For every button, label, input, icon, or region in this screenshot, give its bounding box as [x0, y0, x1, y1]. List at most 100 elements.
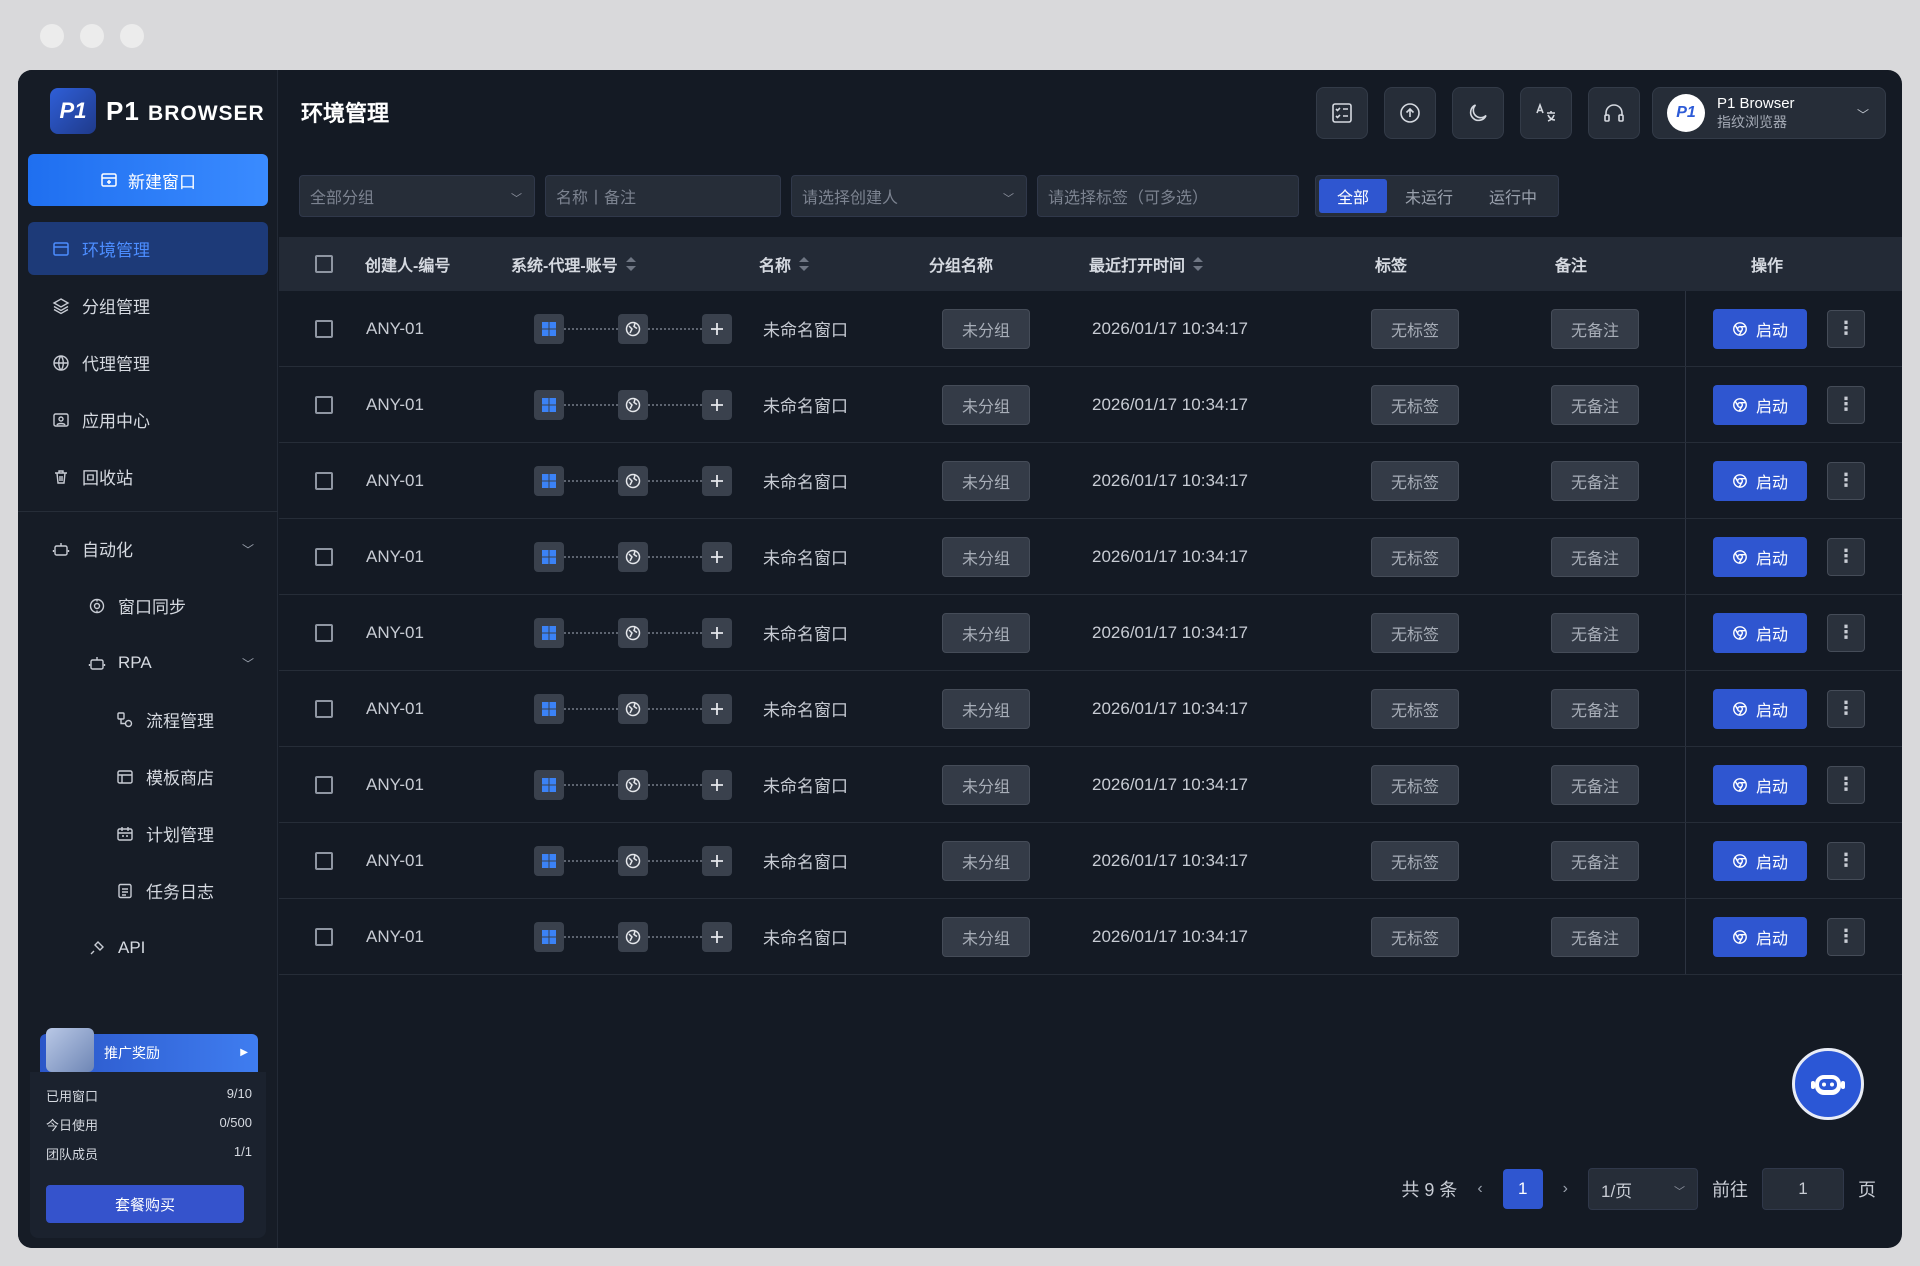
remark-badge[interactable]: 无备注: [1551, 688, 1639, 729]
start-button[interactable]: 启动: [1713, 536, 1807, 577]
header-system[interactable]: 系统-代理-账号: [511, 252, 636, 276]
tag-badge[interactable]: 无标签: [1371, 384, 1459, 425]
more-options-button[interactable]: ⋮: [1827, 309, 1865, 348]
more-options-button[interactable]: ⋮: [1827, 537, 1865, 576]
start-button[interactable]: 启动: [1713, 764, 1807, 805]
windows-os-button[interactable]: [534, 617, 564, 648]
proxy-button[interactable]: [618, 617, 648, 648]
sidebar-item-window-sync[interactable]: 窗口同步: [28, 579, 268, 632]
windows-os-button[interactable]: [534, 845, 564, 876]
add-account-button[interactable]: [702, 617, 732, 648]
row-checkbox[interactable]: [315, 471, 333, 490]
segment-running[interactable]: 运行中: [1471, 179, 1555, 213]
sidebar-item-env[interactable]: 环境管理: [28, 222, 268, 275]
add-account-button[interactable]: [702, 389, 732, 420]
tag-badge[interactable]: 无标签: [1371, 688, 1459, 729]
remark-badge[interactable]: 无备注: [1551, 916, 1639, 957]
checklist-button[interactable]: [1316, 87, 1368, 139]
windows-os-button[interactable]: [534, 313, 564, 344]
remark-badge[interactable]: 无备注: [1551, 308, 1639, 349]
tag-badge[interactable]: 无标签: [1371, 612, 1459, 653]
more-options-button[interactable]: ⋮: [1827, 917, 1865, 956]
next-page-button[interactable]: ›: [1557, 1180, 1574, 1198]
row-checkbox[interactable]: [315, 623, 333, 642]
page-size-select[interactable]: 1/页 ﹀: [1588, 1168, 1698, 1210]
creator-select[interactable]: 请选择创建人 ﹀: [791, 175, 1027, 217]
add-account-button[interactable]: [702, 465, 732, 496]
proxy-button[interactable]: [618, 693, 648, 724]
sidebar-item-tasklog[interactable]: 任务日志: [28, 864, 268, 917]
add-account-button[interactable]: [702, 313, 732, 344]
row-checkbox[interactable]: [315, 319, 333, 338]
tag-badge[interactable]: 无标签: [1371, 308, 1459, 349]
proxy-button[interactable]: [618, 845, 648, 876]
goto-page-input[interactable]: [1762, 1168, 1844, 1210]
more-options-button[interactable]: ⋮: [1827, 689, 1865, 728]
windows-os-button[interactable]: [534, 693, 564, 724]
theme-button[interactable]: [1452, 87, 1504, 139]
add-account-button[interactable]: [702, 541, 732, 572]
sidebar-item-template[interactable]: 模板商店: [28, 750, 268, 803]
sidebar-item-flow[interactable]: 流程管理: [28, 693, 268, 746]
support-button[interactable]: [1588, 87, 1640, 139]
remark-badge[interactable]: 无备注: [1551, 612, 1639, 653]
sidebar-item-plan[interactable]: 计划管理: [28, 807, 268, 860]
more-options-button[interactable]: ⋮: [1827, 613, 1865, 652]
tag-badge[interactable]: 无标签: [1371, 840, 1459, 881]
start-button[interactable]: 启动: [1713, 688, 1807, 729]
sidebar-item-proxy[interactable]: 代理管理: [28, 336, 268, 389]
windows-os-button[interactable]: [534, 465, 564, 496]
tag-badge[interactable]: 无标签: [1371, 460, 1459, 501]
more-options-button[interactable]: ⋮: [1827, 841, 1865, 880]
proxy-button[interactable]: [618, 769, 648, 800]
windows-os-button[interactable]: [534, 921, 564, 952]
tag-badge[interactable]: 无标签: [1371, 764, 1459, 805]
maximize-dot[interactable]: [120, 24, 144, 48]
proxy-button[interactable]: [618, 465, 648, 496]
proxy-button[interactable]: [618, 921, 648, 952]
remark-badge[interactable]: 无备注: [1551, 384, 1639, 425]
start-button[interactable]: 启动: [1713, 460, 1807, 501]
header-name[interactable]: 名称: [759, 252, 810, 276]
windows-os-button[interactable]: [534, 769, 564, 800]
windows-os-button[interactable]: [534, 541, 564, 572]
name-search-input[interactable]: 名称丨备注: [545, 175, 781, 217]
proxy-button[interactable]: [618, 313, 648, 344]
assistant-bot-button[interactable]: [1792, 1048, 1864, 1120]
select-all-checkbox[interactable]: [315, 255, 333, 273]
remark-badge[interactable]: 无备注: [1551, 536, 1639, 577]
prev-page-button[interactable]: ‹: [1471, 1180, 1488, 1198]
row-checkbox[interactable]: [315, 851, 333, 870]
sidebar-item-group[interactable]: 分组管理: [28, 279, 268, 332]
start-button[interactable]: 启动: [1713, 308, 1807, 349]
start-button[interactable]: 启动: [1713, 612, 1807, 653]
sidebar-item-trash[interactable]: 回收站: [28, 450, 268, 503]
segment-all[interactable]: 全部: [1319, 179, 1388, 213]
start-button[interactable]: 启动: [1713, 916, 1807, 957]
header-last-open[interactable]: 最近打开时间: [1089, 252, 1204, 276]
remark-badge[interactable]: 无备注: [1551, 460, 1639, 501]
close-dot[interactable]: [40, 24, 64, 48]
tag-select[interactable]: 请选择标签（可多选）: [1037, 175, 1299, 217]
sidebar-item-rpa[interactable]: RPA ﹀: [28, 636, 268, 689]
minimize-dot[interactable]: [80, 24, 104, 48]
sidebar-item-apps[interactable]: 应用中心: [28, 393, 268, 446]
remark-badge[interactable]: 无备注: [1551, 764, 1639, 805]
add-account-button[interactable]: [702, 769, 732, 800]
new-window-button[interactable]: 新建窗口: [28, 154, 268, 206]
row-checkbox[interactable]: [315, 395, 333, 414]
row-checkbox[interactable]: [315, 547, 333, 566]
proxy-button[interactable]: [618, 389, 648, 420]
add-account-button[interactable]: [702, 921, 732, 952]
promo-banner[interactable]: 推广奖励 ▶: [40, 1028, 258, 1072]
start-button[interactable]: 启动: [1713, 840, 1807, 881]
buy-plan-button[interactable]: 套餐购买: [46, 1185, 244, 1223]
sidebar-item-api[interactable]: API: [28, 921, 268, 974]
remark-badge[interactable]: 无备注: [1551, 840, 1639, 881]
add-account-button[interactable]: [702, 693, 732, 724]
sidebar-item-automation[interactable]: 自动化 ﹀: [28, 522, 268, 575]
more-options-button[interactable]: ⋮: [1827, 385, 1865, 424]
tag-badge[interactable]: 无标签: [1371, 916, 1459, 957]
upgrade-button[interactable]: [1384, 87, 1436, 139]
tag-badge[interactable]: 无标签: [1371, 536, 1459, 577]
